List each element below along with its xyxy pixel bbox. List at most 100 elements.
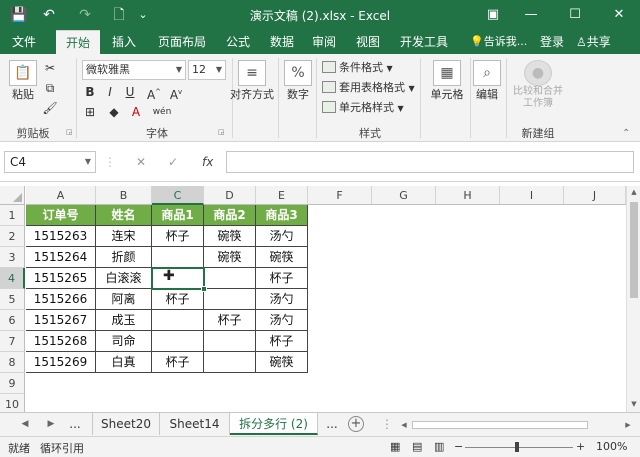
zoom-slider[interactable] [465,447,573,448]
circular-reference-status[interactable]: 循环引用 [40,440,84,456]
row-header-5[interactable]: 5 [0,289,25,310]
table-cell[interactable]: 汤勺 [256,310,308,331]
vertical-scrollbar[interactable]: ▲ ▼ [626,186,640,412]
row-header-2[interactable]: 2 [0,226,25,247]
font-size-combo[interactable]: 12 ▼ [188,60,226,80]
next-sheet-icon[interactable]: ▶ [44,413,58,437]
tab-insert[interactable]: 插入 [104,30,144,54]
more-sheets-left[interactable]: ... [60,413,90,435]
zoom-in-button[interactable]: + [576,440,585,453]
row-header-3[interactable]: 3 [0,247,25,268]
compare-merge-button[interactable]: ● 比较和合并 工作簿 [508,60,568,110]
tell-me-search[interactable]: 💡告诉我... [470,30,527,54]
scroll-left-icon[interactable]: ◀ [398,418,410,432]
table-cell[interactable]: 1515269 [26,352,96,373]
row-header-6[interactable]: 6 [0,310,25,331]
font-color-button[interactable]: A [128,104,144,120]
row-header-4[interactable]: 4 [0,268,25,289]
table-cell[interactable]: 司命 [96,331,152,352]
previous-sheet-icon[interactable]: ◀ [18,413,32,437]
formula-input[interactable] [226,151,634,173]
bold-button[interactable]: B [82,84,98,100]
scroll-thumb[interactable] [630,202,638,298]
tab-view[interactable]: 视图 [350,30,386,54]
table-cell[interactable] [204,268,256,289]
horizontal-scrollbar[interactable]: ◀ ▶ [398,418,636,432]
table-cell[interactable]: 阿离 [96,289,152,310]
zoom-level[interactable]: 100% [596,440,627,453]
column-header-c[interactable]: C [152,186,204,205]
table-cell[interactable] [152,247,204,268]
column-header-i[interactable]: I [500,186,564,205]
scroll-up-icon[interactable]: ▲ [627,186,640,198]
table-cell[interactable] [204,352,256,373]
sheet-tab-active[interactable]: 拆分多行 (2) [230,413,318,435]
number-format-button[interactable]: % 数字 [282,60,314,102]
tab-page-layout[interactable]: 页面布局 [152,30,212,54]
column-header-b[interactable]: B [96,186,152,205]
table-header-cell[interactable]: 商品3 [256,205,308,226]
alignment-button[interactable]: ≡ 对齐方式 [228,60,276,102]
sign-in-link[interactable]: 登录 [540,30,564,54]
more-sheets-right[interactable]: ... [320,413,344,435]
table-cell[interactable]: 汤勺 [256,226,308,247]
conditional-formatting-button[interactable]: 条件格式 ▼ [322,59,393,77]
italic-button[interactable]: I [102,84,118,100]
sheet-tab-sheet20[interactable]: Sheet20 [92,413,160,435]
sheet-tab-sheet14[interactable]: Sheet14 [160,413,230,435]
tab-file[interactable]: 文件 [4,30,44,54]
table-header-cell[interactable]: 商品1 [152,205,204,226]
collapse-ribbon-icon[interactable]: ⌃ [622,128,630,139]
format-painter-icon[interactable]: 🖌 [42,100,58,116]
page-break-view-icon[interactable]: ▥ [434,440,444,453]
row-header-10[interactable]: 10 [0,394,25,412]
table-cell[interactable]: 杯子 [152,226,204,247]
increase-font-icon[interactable]: A^ [146,84,162,102]
table-header-cell[interactable]: 姓名 [96,205,152,226]
scroll-thumb[interactable] [412,421,588,429]
table-cell[interactable]: 杯子 [256,268,308,289]
phonetic-guide-button[interactable]: wén [150,104,174,120]
table-cell[interactable]: 折颜 [96,247,152,268]
column-header-j[interactable]: J [564,186,626,205]
table-cell[interactable]: 杯子 [204,310,256,331]
table-cell[interactable]: 碗筷 [204,226,256,247]
table-header-cell[interactable]: 商品2 [204,205,256,226]
name-box[interactable]: C4 ▼ [4,151,96,173]
column-header-e[interactable]: E [256,186,308,205]
row-header-1[interactable]: 1 [0,205,25,226]
close-button[interactable]: ✕ [604,3,634,27]
column-header-a[interactable]: A [26,186,96,205]
cut-icon[interactable]: ✂ [42,60,58,76]
insert-function-button[interactable]: fx [202,151,213,173]
zoom-slider-thumb[interactable] [515,442,519,452]
tab-formulas[interactable]: 公式 [220,30,256,54]
table-cell[interactable]: 杯子 [152,352,204,373]
column-header-g[interactable]: G [372,186,436,205]
table-cell[interactable] [204,289,256,310]
editing-button[interactable]: ⌕ 编辑 [472,60,502,102]
table-cell[interactable] [152,268,204,289]
scroll-down-icon[interactable]: ▼ [627,398,640,410]
cell-styles-button[interactable]: 单元格样式 ▼ [322,99,404,117]
table-cell[interactable]: 白滚滚 [96,268,152,289]
row-header-7[interactable]: 7 [0,331,25,352]
font-launcher-icon[interactable]: ◲ [218,128,225,136]
tab-home[interactable]: 开始 [56,30,100,54]
table-cell[interactable]: 汤勺 [256,289,308,310]
fill-color-icon[interactable]: ◆ [106,104,122,120]
table-cell[interactable]: 1515267 [26,310,96,331]
border-icon[interactable]: ⊞ [82,104,98,120]
table-cell[interactable]: 1515264 [26,247,96,268]
table-cell[interactable]: 1515266 [26,289,96,310]
share-button[interactable]: ♙共享 [576,30,611,54]
select-all-button[interactable] [0,186,25,205]
minimize-button[interactable]: — [516,3,546,27]
tab-developer[interactable]: 开发工具 [396,30,452,54]
table-cell[interactable]: 杯子 [256,331,308,352]
table-cell[interactable]: 杯子 [152,289,204,310]
table-cell[interactable]: 白真 [96,352,152,373]
table-cell[interactable]: 碗筷 [204,247,256,268]
format-as-table-button[interactable]: 套用表格格式 ▼ [322,79,415,97]
clipboard-launcher-icon[interactable]: ◲ [66,128,73,136]
